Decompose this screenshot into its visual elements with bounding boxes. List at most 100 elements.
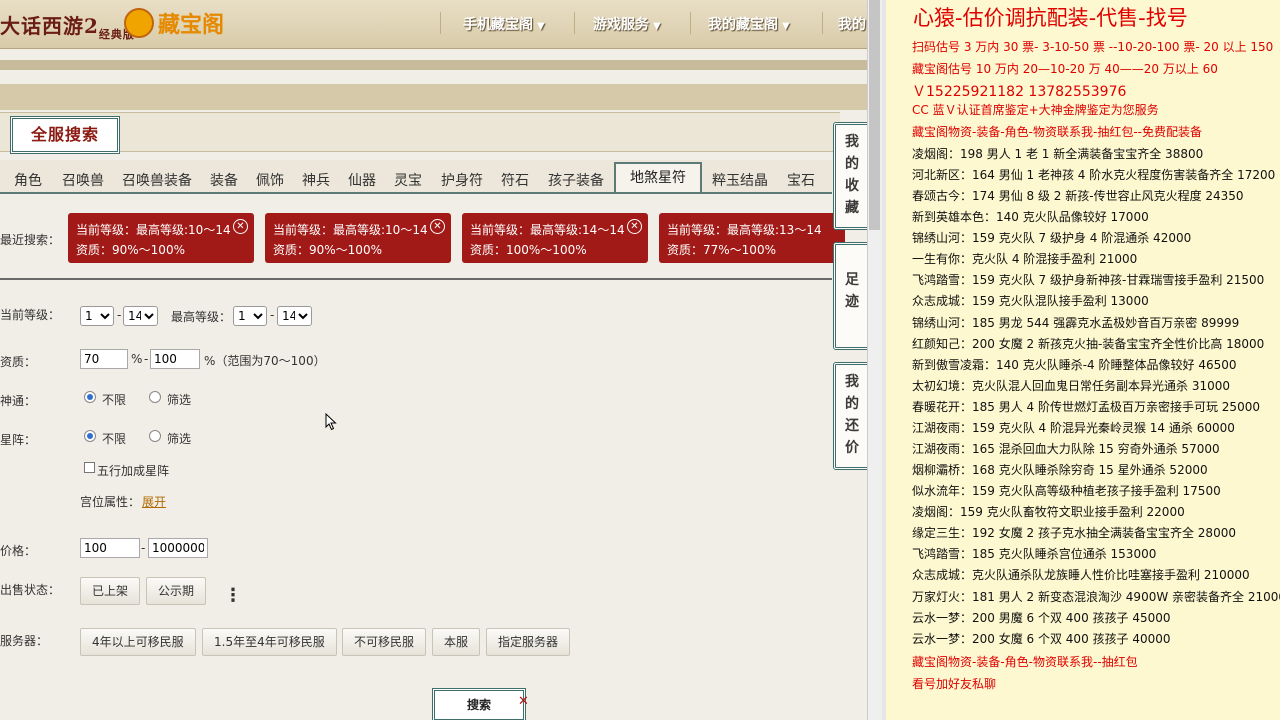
zizhi-range-hint: %（范围为70～100） [204, 354, 326, 368]
ad-line: 飞鸿踏雪：159 克火队 7 级护身新神孩-甘霖瑞雪接手盈利 21500 [912, 273, 1265, 287]
tab-dishaxingfu[interactable]: 地煞星符 [614, 162, 702, 192]
tab-accessory[interactable]: 佩饰 [256, 170, 284, 190]
coin-icon [124, 8, 154, 38]
tab-pet[interactable]: 召唤兽 [62, 170, 104, 190]
recent-search-chip[interactable]: 当前等级：最高等级:14～14 资质：100%～100% ✕ [462, 213, 648, 263]
server-this-button[interactable]: 本服 [432, 628, 481, 656]
server-1-5yr-button[interactable]: 1.5年至4年可移民服 [202, 628, 337, 656]
zizhi-min-input[interactable] [80, 349, 128, 369]
chevron-down-icon: ▼ [782, 21, 790, 32]
server-label: 服务器： [0, 634, 49, 648]
section-divider [0, 278, 832, 280]
tab-jade-crystal[interactable]: 粹玉结晶 [712, 170, 768, 190]
tab-immortal-item[interactable]: 仙器 [348, 170, 376, 190]
ad-line: 新到英雄本色：140 克火队品像较好 17000 [912, 210, 1149, 224]
nav-divider [822, 12, 823, 34]
ad-line: 锦绣山河：159 克火队 7 级护身 4 阶混通杀 42000 [912, 231, 1192, 245]
scrollbar-thumb[interactable] [869, 0, 880, 230]
game-logo[interactable]: 大话西游2经典版 [0, 10, 135, 42]
zizhi-label: 资质： [0, 355, 37, 369]
level-to-select[interactable]: 14 [123, 306, 158, 326]
max-level-label: 最高等级： [171, 310, 232, 324]
decor-band [0, 60, 867, 70]
close-icon[interactable]: ✕ [430, 219, 445, 234]
search-button[interactable]: 搜索 [432, 688, 526, 720]
close-icon[interactable]: ✕ [233, 219, 248, 234]
tab-divine-weapon[interactable]: 神兵 [302, 170, 330, 190]
ad-line: 扫码估号 3 万内 30 票- 3-10-50 票 --10-20-100 票-… [912, 40, 1274, 54]
xingzhen-filter-radio[interactable] [149, 430, 161, 442]
ad-line: 藏宝阁物资-装备-角色-物资联系我-抽红包--免费配装备 [912, 125, 1202, 139]
tab-lingbao[interactable]: 灵宝 [394, 170, 422, 190]
ad-line: CC 蓝Ｖ认证首席鉴定+大神金牌鉴定为您服务 [912, 103, 1159, 117]
close-icon[interactable]: ✕ [627, 219, 642, 234]
nav-my-cbg[interactable]: 我的藏宝阁 ▼ [708, 14, 790, 34]
tab-amulet[interactable]: 护身符 [441, 170, 483, 190]
shentong-any-radio[interactable] [84, 391, 96, 403]
global-search-title: 全服搜索 [10, 116, 120, 154]
ad-line: 众志成城：克火队通杀队龙族睡人性价比哇塞接手盈利 210000 [912, 568, 1250, 582]
max-level-to-select[interactable]: 14 [277, 306, 312, 326]
ad-line: 缘定三生：192 女魔 2 孩子克水抽全满装备宝宝齐全 28000 [912, 526, 1236, 540]
price-min-input[interactable] [80, 538, 140, 558]
level-label: 当前等级： [0, 308, 61, 322]
status-publicity-button[interactable]: 公示期 [146, 577, 207, 605]
tab-child-equip[interactable]: 孩子装备 [548, 170, 604, 190]
server-specific-button[interactable]: 指定服务器 [486, 628, 571, 656]
status-label: 出售状态： [0, 583, 61, 597]
recent-search-chip[interactable]: 当前等级：最高等级:10～14 资质：90%～100% ✕ [265, 213, 451, 263]
tab-pet-equip[interactable]: 召唤兽装备 [122, 170, 192, 190]
ad-line: 飞鸿踏雪：185 克火队睡杀宫位通杀 153000 [912, 547, 1157, 561]
ad-line: 藏宝阁物资-装备-角色-物资联系我--抽红包 [912, 655, 1138, 669]
recent-search-chip[interactable]: 当前等级：最高等级:10～14 资质：90%～100% ✕ [68, 213, 254, 263]
ad-line: 新到傲雪凌霜：140 克火队睡杀-4 阶睡整体品像较好 46500 [912, 358, 1237, 372]
tab-gem[interactable]: 宝石 [787, 170, 815, 190]
ad-line: 红颜知己：200 女魔 2 新孩克火抽-装备宝宝齐全性价比高 18000 [912, 337, 1265, 351]
ad-line: 春颂古今：174 男仙 8 级 2 新孩-传世容止风克火程度 24350 [912, 189, 1244, 203]
server-no-migrate-button[interactable]: 不可移民服 [342, 628, 427, 656]
tab-equip[interactable]: 装备 [210, 170, 238, 190]
ad-line: 云水一梦：200 女魔 6 个双 400 孩孩子 40000 [912, 632, 1171, 646]
shentong-label: 神通： [0, 394, 37, 408]
ad-line: 春暖花开：185 男人 4 阶传世燃灯孟极百万亲密接手可玩 25000 [912, 400, 1260, 414]
ad-line: 万家灯火：181 男人 2 新变态混浪淘沙 4900W 亲密装备齐全 21000… [912, 590, 1280, 604]
max-level-from-select[interactable]: 1 [233, 306, 267, 326]
ad-line: 太初幻境：克火队混人回血鬼日常任务副本异光通杀 31000 [912, 379, 1230, 393]
ad-line: 江湖夜雨：165 混杀回血大力队除 15 穷奇外通杀 57000 [912, 442, 1220, 456]
status-listed-button[interactable]: 已上架 [80, 577, 141, 605]
nav-mine[interactable]: 我的 [838, 14, 866, 34]
gongwei-expand-link[interactable]: 展开 [142, 493, 166, 510]
nav-mobile-cbg[interactable]: 手机藏宝阁 ▼ [463, 14, 545, 34]
my-bargain-button[interactable]: 我的还价 [833, 362, 867, 470]
top-nav-bar: 大话西游2经典版 藏宝阁 手机藏宝阁 ▼ 游戏服务 ▼ 我的藏宝阁 ▼ 我的 [0, 0, 867, 49]
gongwei-label: 宫位属性： [80, 495, 141, 509]
tab-rune[interactable]: 符石 [501, 170, 529, 190]
footprint-button[interactable]: 足迹 [833, 242, 867, 350]
cangbaoge-logo[interactable]: 藏宝阁 [124, 8, 224, 38]
nav-game-services[interactable]: 游戏服务 ▼ [593, 14, 661, 34]
main-browser-pane: 大话西游2经典版 藏宝阁 手机藏宝阁 ▼ 游戏服务 ▼ 我的藏宝阁 ▼ 我的 全服搜索… [0, 0, 867, 720]
ad-line: 藏宝阁估号 10 万内 20—10-20 万 40——20 万以上 60 [912, 62, 1218, 76]
server-4yr-button[interactable]: 4年以上可移民服 [80, 628, 196, 656]
wuxing-checkbox[interactable] [84, 462, 95, 473]
panel-title: 心猿-估价调抗配装-代售-找号 [913, 6, 1188, 30]
more-icon[interactable]: ⋮ [224, 585, 242, 606]
decor-band [0, 84, 867, 110]
ad-line: 一生有你：克火队 4 阶混接手盈利 21000 [912, 252, 1138, 266]
my-favorites-button[interactable]: 我的收藏 [833, 122, 867, 230]
ad-line: 凌烟阁：198 男人 1 老 1 新全满装备宝宝齐全 38800 [912, 147, 1204, 161]
recent-search-chip[interactable]: 当前等级：最高等级:13～14 资质：77%～100% [659, 213, 845, 263]
nav-divider [690, 12, 691, 34]
level-from-select[interactable]: 1 [80, 306, 114, 326]
chevron-down-icon: ▼ [653, 21, 661, 32]
price-max-input[interactable] [148, 538, 208, 558]
shentong-filter-radio[interactable] [149, 391, 161, 403]
xingzhen-any-radio[interactable] [84, 430, 96, 442]
ad-line: 河北新区：164 男仙 1 老神孩 4 阶水克火程度伤害装备齐全 17200 [912, 168, 1276, 182]
search-header: 全服搜索 [0, 112, 840, 154]
ad-line: 凌烟阁：159 克火队畜牧符文职业接手盈利 22000 [912, 505, 1185, 519]
ad-line: 似水流年：159 克火队高等级种植老孩子接手盈利 17500 [912, 484, 1221, 498]
ad-line: 锦绣山河：185 男龙 544 强霹克水孟极妙音百万亲密 89999 [912, 316, 1240, 330]
tab-role[interactable]: 角色 [14, 170, 42, 190]
zizhi-max-input[interactable] [150, 349, 200, 369]
